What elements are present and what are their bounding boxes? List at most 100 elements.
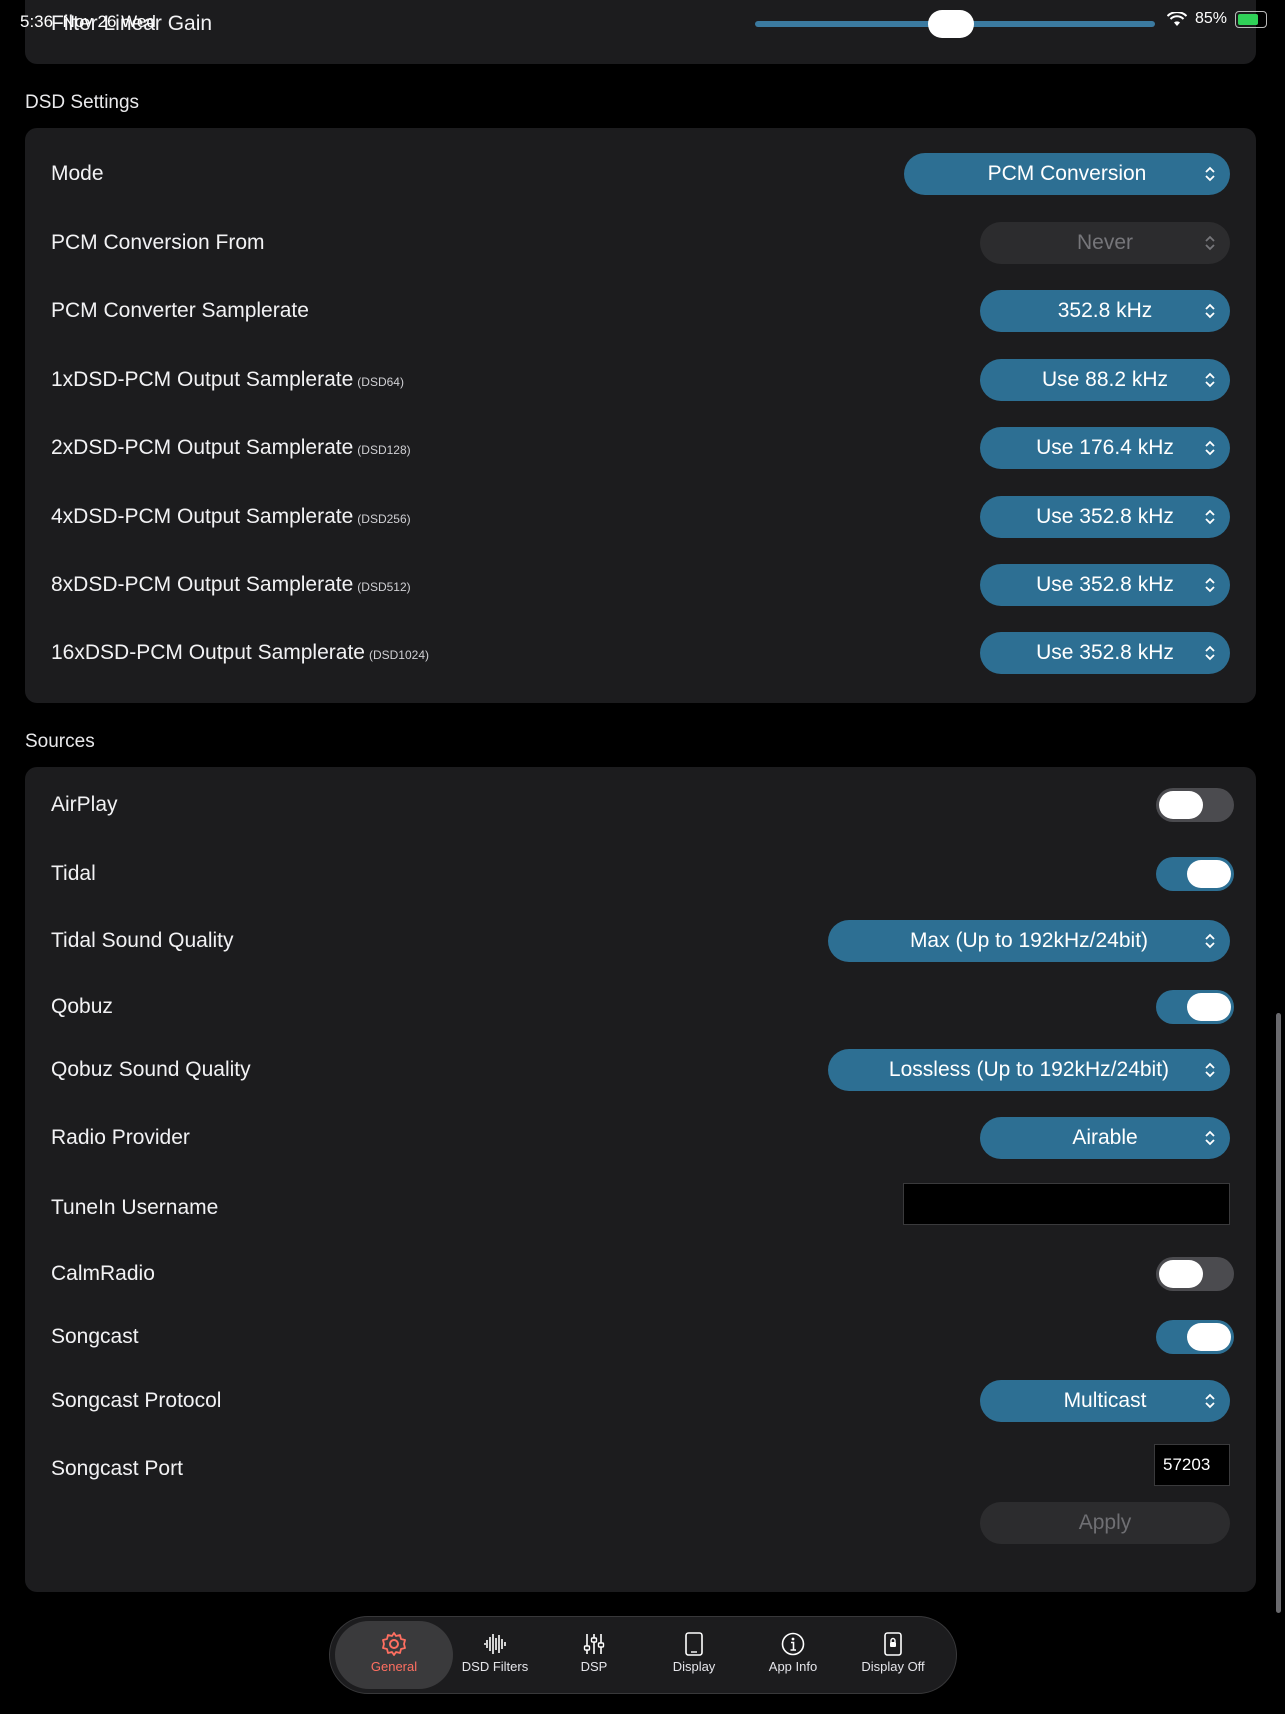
tunein-username-label: TuneIn Username [51, 1196, 219, 1219]
calmradio-toggle[interactable] [1156, 1257, 1234, 1291]
tab-display[interactable]: Display [644, 1621, 744, 1689]
chevron-updown-icon [1205, 303, 1215, 319]
dsd64-output-label: 1xDSD-PCM Output Samplerate (DSD64) [51, 368, 404, 391]
info-icon [781, 1632, 805, 1656]
songcast-protocol-row: Songcast Protocol Multicast [25, 1371, 1256, 1431]
lock-screen-icon [884, 1632, 902, 1656]
pcm-converter-samplerate-select[interactable]: 352.8 kHz [980, 290, 1230, 332]
songcast-toggle[interactable] [1156, 1320, 1234, 1354]
tidal-quality-label: Tidal Sound Quality [51, 929, 234, 952]
dsd1024-output-select[interactable]: Use 352.8 kHz [980, 632, 1230, 674]
tidal-label: Tidal [51, 862, 96, 885]
airplay-row: AirPlay [25, 775, 1256, 835]
chevron-updown-icon [1205, 577, 1215, 593]
bottom-tab-bar: General DSD Filters DSP Display App Info… [329, 1616, 957, 1694]
pcm-conversion-from-select[interactable]: Never [980, 222, 1230, 264]
status-bar: 5:36 Nov 26 Wed 85% [0, 8, 1285, 38]
mode-label: Mode [51, 162, 104, 185]
apply-button[interactable]: Apply [980, 1502, 1230, 1544]
pcm-converter-samplerate-label: PCM Converter Samplerate [51, 299, 309, 322]
dsd1024-output-label: 16xDSD-PCM Output Samplerate (DSD1024) [51, 641, 429, 664]
chevron-updown-icon [1205, 1130, 1215, 1146]
tunein-username-row: TuneIn Username [25, 1178, 1256, 1238]
mode-select[interactable]: PCM Conversion [904, 153, 1230, 195]
radio-provider-select[interactable]: Airable [980, 1117, 1230, 1159]
toggle-knob [1159, 791, 1203, 819]
qobuz-quality-label: Qobuz Sound Quality [51, 1058, 251, 1081]
scrollbar[interactable] [1276, 1013, 1281, 1613]
airplay-label: AirPlay [51, 793, 118, 816]
qobuz-label: Qobuz [51, 995, 113, 1018]
songcast-protocol-label: Songcast Protocol [51, 1389, 222, 1412]
dsd64-output-row: 1xDSD-PCM Output Samplerate (DSD64) Use 8… [25, 350, 1256, 410]
chevron-updown-icon [1205, 235, 1215, 251]
tab-label: Display Off [861, 1659, 925, 1674]
chevron-updown-icon [1205, 1062, 1215, 1078]
songcast-port-row: Songcast Port [25, 1439, 1256, 1499]
dsd128-output-select[interactable]: Use 176.4 kHz [980, 427, 1230, 469]
tidal-toggle[interactable] [1156, 857, 1234, 891]
tab-display-off[interactable]: Display Off [843, 1621, 943, 1689]
wifi-icon [1166, 11, 1187, 26]
chevron-updown-icon [1205, 372, 1215, 388]
tidal-quality-select[interactable]: Max (Up to 192kHz/24bit) [828, 920, 1230, 962]
status-time: 5:36 Nov 26 Wed [20, 12, 156, 31]
toggle-knob [1187, 993, 1231, 1021]
qobuz-row: Qobuz [25, 977, 1256, 1037]
sources-section-title: Sources [25, 731, 95, 752]
airplay-toggle[interactable] [1156, 788, 1234, 822]
dsd512-output-select[interactable]: Use 352.8 kHz [980, 564, 1230, 606]
tab-general[interactable]: General [335, 1621, 453, 1689]
chevron-updown-icon [1205, 166, 1215, 182]
tab-label: General [370, 1659, 418, 1674]
tab-dsd-filters[interactable]: DSD Filters [445, 1621, 545, 1689]
radio-provider-label: Radio Provider [51, 1126, 190, 1149]
radio-provider-row: Radio Provider Airable [25, 1108, 1256, 1168]
songcast-port-input[interactable] [1154, 1444, 1230, 1486]
battery-percent: 85% [1194, 10, 1227, 27]
songcast-label: Songcast [51, 1325, 139, 1348]
dsd256-output-select[interactable]: Use 352.8 kHz [980, 496, 1230, 538]
songcast-row: Songcast [25, 1307, 1256, 1367]
apply-row: Apply [25, 1493, 1256, 1553]
chevron-updown-icon [1205, 1393, 1215, 1409]
toggle-knob [1187, 1323, 1231, 1351]
tablet-icon [685, 1632, 703, 1656]
chevron-updown-icon [1205, 440, 1215, 456]
chevron-updown-icon [1205, 645, 1215, 661]
qobuz-quality-row: Qobuz Sound Quality Lossless (Up to 192k… [25, 1040, 1256, 1100]
qobuz-quality-select[interactable]: Lossless (Up to 192kHz/24bit) [828, 1049, 1230, 1091]
chevron-updown-icon [1205, 509, 1215, 525]
waveform-icon [484, 1634, 506, 1654]
qobuz-toggle[interactable] [1156, 990, 1234, 1024]
tidal-row: Tidal [25, 844, 1256, 904]
chevron-updown-icon [1205, 933, 1215, 949]
tab-dsp[interactable]: DSP [544, 1621, 644, 1689]
dsd256-output-label: 4xDSD-PCM Output Samplerate (DSD256) [51, 505, 411, 528]
dsd128-output-label: 2xDSD-PCM Output Samplerate (DSD128) [51, 436, 411, 459]
dsd-section-title: DSD Settings [25, 92, 140, 113]
battery-icon [1235, 10, 1267, 28]
pcm-conversion-from-label: PCM Conversion From [51, 231, 265, 254]
songcast-protocol-select[interactable]: Multicast [980, 1380, 1230, 1422]
songcast-port-label: Songcast Port [51, 1457, 183, 1480]
dsd1024-output-row: 16xDSD-PCM Output Samplerate (DSD1024) Us… [25, 623, 1256, 683]
tab-app-info[interactable]: App Info [743, 1621, 843, 1689]
gear-icon [382, 1632, 406, 1656]
toggle-knob [1159, 1260, 1203, 1288]
tab-label: DSD Filters [461, 1659, 529, 1674]
pcm-conversion-from-row: PCM Conversion From Never [25, 213, 1256, 273]
dsd128-output-row: 2xDSD-PCM Output Samplerate (DSD128) Use … [25, 418, 1256, 478]
pcm-converter-samplerate-row: PCM Converter Samplerate 352.8 kHz [25, 281, 1256, 341]
dsd256-output-row: 4xDSD-PCM Output Samplerate (DSD256) Use … [25, 487, 1256, 547]
calmradio-label: CalmRadio [51, 1262, 155, 1285]
toggle-knob [1187, 860, 1231, 888]
tab-label: DSP [580, 1659, 608, 1674]
tab-label: Display [672, 1659, 716, 1674]
dsd64-output-select[interactable]: Use 88.2 kHz [980, 359, 1230, 401]
tunein-username-input[interactable] [903, 1183, 1230, 1225]
tidal-quality-row: Tidal Sound Quality Max (Up to 192kHz/24… [25, 911, 1256, 971]
calmradio-row: CalmRadio [25, 1244, 1256, 1304]
status-right: 85% [1166, 10, 1267, 28]
tab-label: App Info [768, 1659, 818, 1674]
